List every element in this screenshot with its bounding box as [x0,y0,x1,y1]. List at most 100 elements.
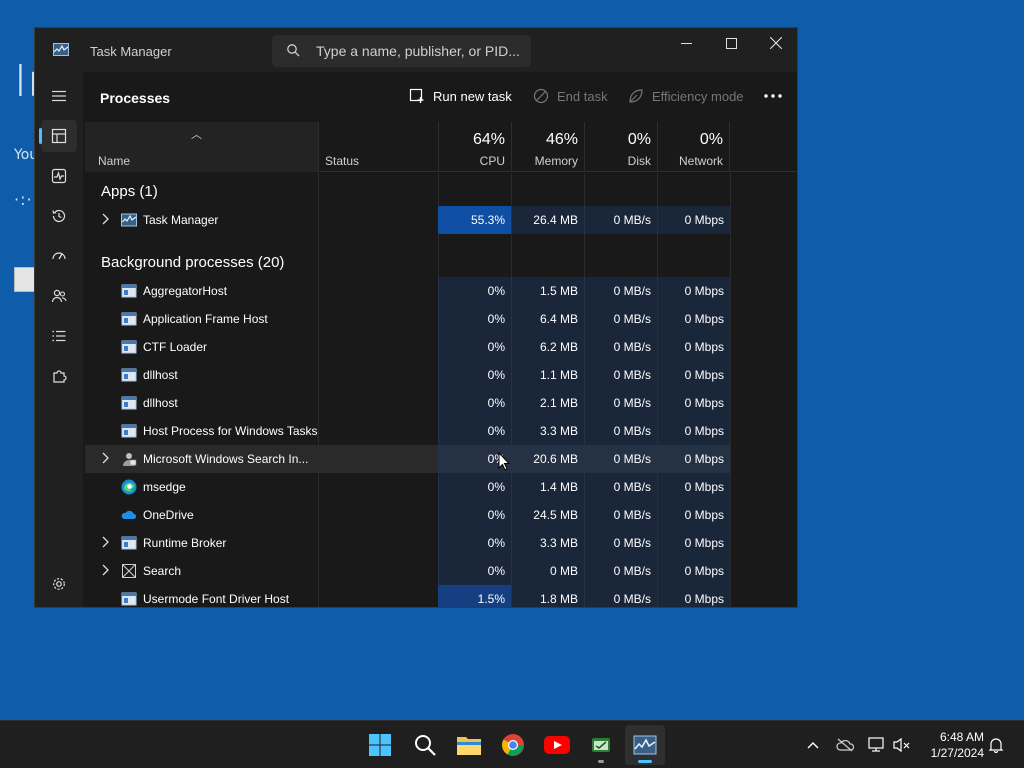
table-row[interactable]: Search 0% 0 MB 0 MB/s 0 Mbps [85,557,730,585]
process-name: CTF Loader [143,340,208,354]
onedrive-tray-button[interactable] [835,735,855,755]
cpu-total: 64% [472,131,505,148]
efficiency-mode-button[interactable]: Efficiency mode [628,88,744,104]
process-name: Application Frame Host [143,312,268,326]
table-row[interactable]: Host Process for Windows Tasks 0% 3.3 MB 0 … [85,417,730,445]
nav-performance[interactable] [41,160,77,192]
chevron-right-icon[interactable] [101,564,111,579]
run-new-task-button[interactable]: Run new task [409,88,512,104]
loading-dots: ·:· [14,190,33,209]
process-name: Task Manager [143,213,219,227]
row-spacer [85,234,730,244]
speedometer-icon [52,252,66,260]
process-name: Usermode Font Driver Host [143,592,290,606]
chrome-icon [502,734,524,756]
cpu-cell: 0% [438,417,511,445]
table-row[interactable]: Microsoft Windows Search In... 0% 20.6 MB 0… [85,445,730,473]
table-row[interactable]: dllhost 0% 2.1 MB 0 MB/s 0 Mbps [85,389,730,417]
cpu-cell: 0% [438,501,511,529]
search-box[interactable] [272,35,531,67]
chevron-right-icon[interactable] [101,213,111,228]
hamburger-menu-button[interactable] [41,80,77,112]
column-memory[interactable]: 46% Memory [511,122,584,172]
sort-up-icon: ︿ [191,129,202,141]
column-disk[interactable]: 0% Disk [584,122,657,172]
volume-tray-button[interactable] [892,735,912,755]
table-row[interactable]: Application Frame Host 0% 6.4 MB 0 MB/s 0 Mb… [85,305,730,333]
app-icon [592,738,610,752]
process-name: Microsoft Windows Search In... [143,452,309,466]
nav-users[interactable] [41,280,77,312]
taskbar-app[interactable] [581,725,621,765]
column-network[interactable]: 0% Network [657,122,730,172]
group-header[interactable]: Background processes (20) [85,244,730,277]
taskbar-file-explorer[interactable] [449,725,489,765]
cpu-cell: 0% [438,529,511,557]
end-task-label: End task [557,88,608,104]
nav-details[interactable] [41,320,77,352]
network-tray-button[interactable] [867,735,887,755]
navigation-rail [35,72,83,607]
memory-cell: 2.1 MB [511,389,584,417]
end-task-icon [533,88,549,104]
processes-page: Processes Run new task End task Efficien… [83,72,797,607]
nav-processes[interactable] [39,120,77,152]
column-name[interactable]: ︿ Name [85,122,318,172]
bell-icon [988,738,1004,753]
memory-cell: 1.5 MB [511,277,584,305]
network-cell: 0 Mbps [657,277,730,305]
table-row[interactable]: Runtime Broker 0% 3.3 MB 0 MB/s 0 Mbps [85,529,730,557]
window-icon [121,367,137,383]
end-task-button[interactable]: End task [533,88,608,104]
column-disk-label: Disk [627,154,651,168]
table-row[interactable]: Usermode Font Driver Host 1.5% 1.8 MB 0 MB/… [85,585,730,607]
disk-cell: 0 MB/s [584,361,657,389]
run-task-icon [409,88,424,103]
more-options-button[interactable] [759,84,787,108]
memory-cell: 1.1 MB [511,361,584,389]
chevron-right-icon[interactable] [101,452,111,467]
table-row[interactable]: dllhost 0% 1.1 MB 0 MB/s 0 Mbps [85,361,730,389]
cpu-cell: 0% [438,473,511,501]
table-row[interactable]: Task Manager 55.3% 26.4 MB 0 MB/s 0 Mbps [85,206,730,234]
table-row[interactable]: OneDrive 0% 24.5 MB 0 MB/s 0 Mbps [85,501,730,529]
taskmgr-icon [121,212,137,228]
maximize-button[interactable] [708,28,754,58]
minimize-button[interactable] [663,28,709,58]
title-bar[interactable]: Task Manager [35,28,797,72]
taskbar-task-manager[interactable] [625,725,665,765]
nav-app-history[interactable] [41,200,77,232]
disk-cell: 0 MB/s [584,333,657,361]
search-icon [415,735,436,756]
group-header[interactable]: Apps (1) [85,173,730,206]
disk-cell: 0 MB/s [584,529,657,557]
search-input[interactable] [316,35,521,67]
taskbar-youtube[interactable] [537,725,577,765]
nav-startup-apps[interactable] [41,240,77,272]
nav-services[interactable] [41,360,77,392]
show-hidden-icons-button[interactable] [803,735,823,755]
taskbar-search-button[interactable] [405,725,445,765]
taskbar: 6:48 AM 1/27/2024 [0,720,1024,768]
table-row[interactable]: msedge 0% 1.4 MB 0 MB/s 0 Mbps [85,473,730,501]
history-icon [52,209,66,223]
table-row[interactable]: CTF Loader 0% 6.2 MB 0 MB/s 0 Mbps [85,333,730,361]
clock[interactable]: 6:48 AM 1/27/2024 [918,729,984,761]
nav-settings[interactable] [41,568,77,600]
column-status[interactable]: Status [318,122,438,172]
start-button[interactable] [360,725,400,765]
processes-icon [51,128,67,144]
window-icon [121,283,137,299]
notifications-button[interactable] [986,735,1006,755]
chevron-right-icon[interactable] [101,536,111,551]
cpu-cell: 0% [438,333,511,361]
services-puzzle-icon [53,370,67,383]
close-button[interactable] [753,28,797,58]
memory-total: 46% [545,131,578,148]
table-row[interactable]: AggregatorHost 0% 1.5 MB 0 MB/s 0 Mbps [85,277,730,305]
process-name: msedge [143,480,186,494]
taskbar-chrome[interactable] [493,725,533,765]
network-cell: 0 Mbps [657,473,730,501]
column-cpu[interactable]: 64% CPU [438,122,511,172]
command-bar: Processes Run new task End task Efficien… [83,72,797,122]
